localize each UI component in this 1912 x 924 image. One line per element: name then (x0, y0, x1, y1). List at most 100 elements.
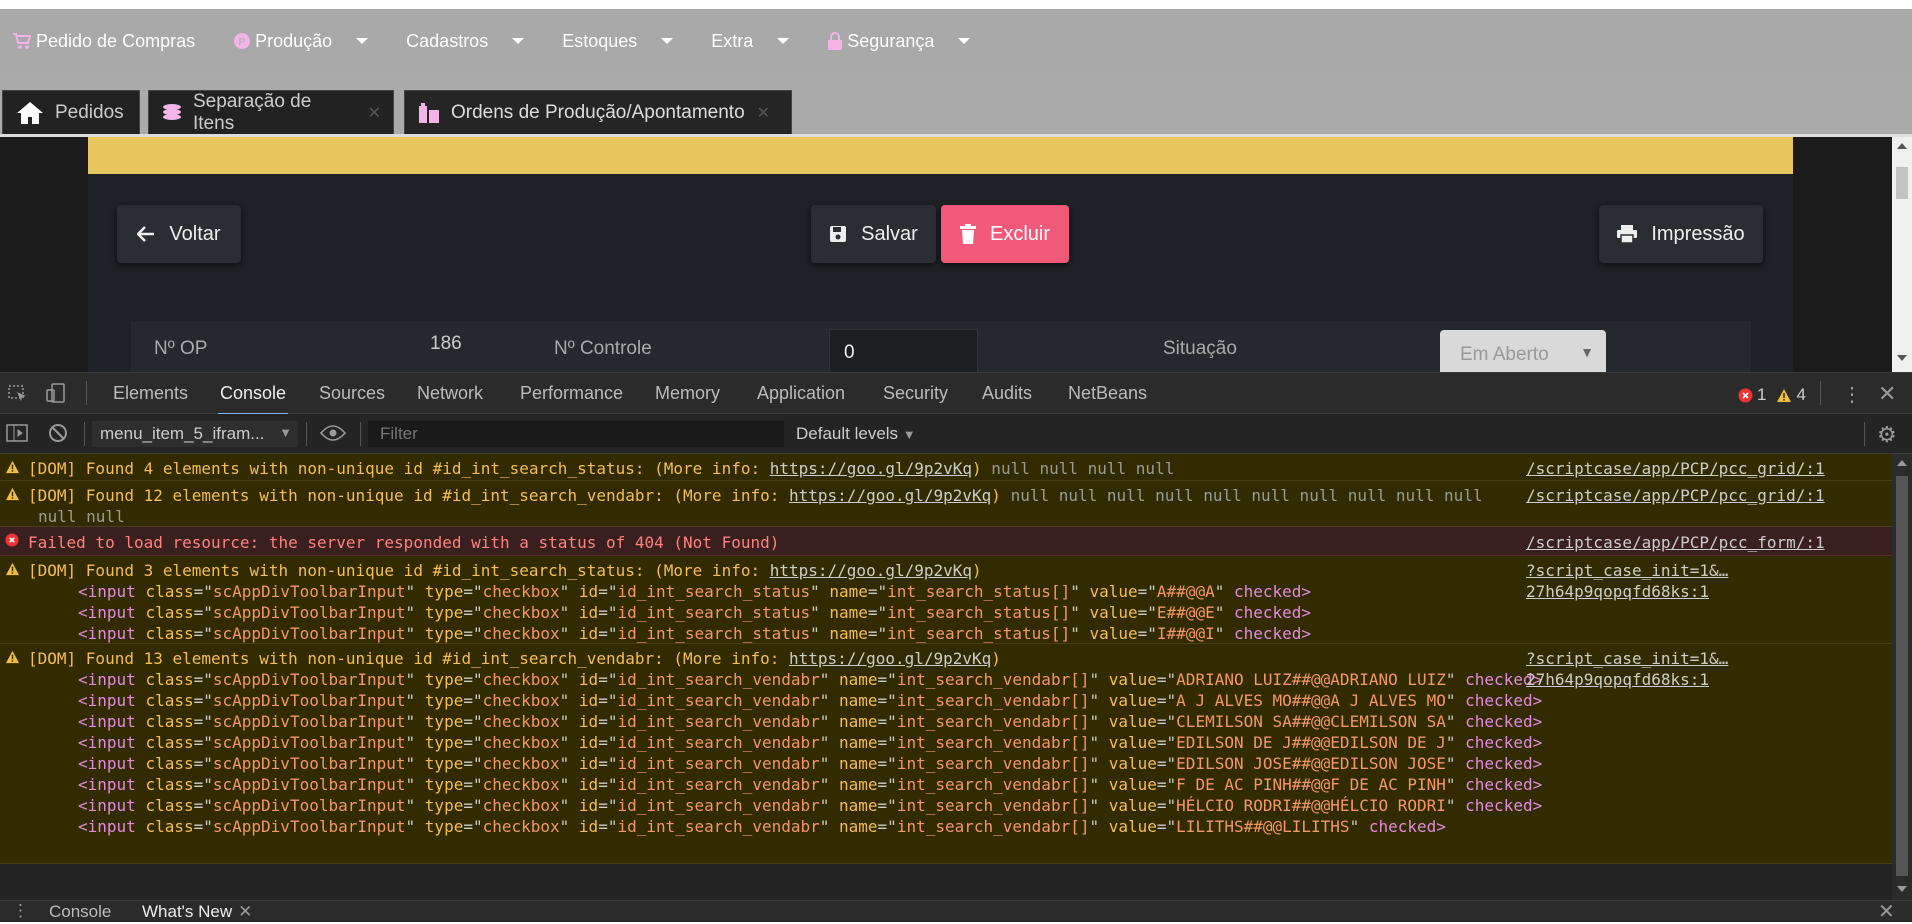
lock-icon (827, 32, 843, 50)
scroll-down-icon[interactable] (1897, 886, 1907, 892)
toolbar-divider (1820, 381, 1821, 405)
close-icon[interactable]: ✕ (368, 103, 381, 123)
drawer-tab-label: What's New (142, 902, 233, 921)
scroll-up-icon[interactable] (1897, 460, 1907, 466)
back-button[interactable]: Voltar (117, 205, 241, 263)
console-message[interactable]: [DOM] Found 12 elements with non-unique … (0, 481, 1892, 527)
tab-netbeans[interactable]: NetBeans (1068, 383, 1147, 404)
close-icon[interactable]: ✕ (238, 902, 252, 921)
clear-console-icon[interactable] (48, 423, 68, 448)
scrollbar-thumb[interactable] (1896, 476, 1908, 876)
console-message[interactable]: [DOM] Found 13 elements with non-unique … (0, 644, 1892, 864)
eye-icon[interactable] (319, 425, 347, 446)
code-token: int_search_vendabr[] (896, 670, 1090, 689)
menu-item-label: Pedido de Compras (36, 30, 196, 51)
close-devtools-icon[interactable]: ✕ (1878, 381, 1896, 407)
menu-item-extra[interactable]: Extra (711, 31, 790, 52)
message-source-link[interactable]: /scriptcase/app/PCP/pcc_grid/:1 (1526, 458, 1892, 479)
menu-item-seguranca[interactable]: Segurança (827, 31, 971, 52)
message-source-link[interactable]: /scriptcase/app/PCP/pcc_form/:1 (1526, 532, 1892, 553)
message-link[interactable]: https://goo.gl/9p2vKq (770, 459, 972, 478)
console-message[interactable]: [DOM] Found 4 elements with non-unique i… (0, 454, 1892, 481)
code-token: scAppDivToolbarInput (212, 796, 406, 815)
message-source-link[interactable]: ?script_case_init=1&…27h64p9qopqfd68ks:1 (1526, 648, 1892, 690)
console-element-line[interactable]: <input class="scAppDivToolbarInput" type… (28, 732, 1892, 753)
control-label: Nº Controle (554, 338, 652, 359)
chevron-down-icon (958, 38, 971, 44)
console-message[interactable]: [DOM] Found 3 elements with non-unique i… (0, 556, 1892, 644)
console-element-line[interactable]: <input class="scAppDivToolbarInput" type… (28, 711, 1892, 732)
tab-security[interactable]: Security (883, 383, 948, 404)
warning-icon (1776, 388, 1792, 403)
tab-separacao-de-itens[interactable]: Separação de Itens ✕ (148, 90, 394, 134)
control-input[interactable]: 0 (829, 329, 978, 372)
code-token: scAppDivToolbarInput (212, 582, 406, 601)
message-source-link[interactable]: /scriptcase/app/PCP/pcc_grid/:1 (1526, 485, 1892, 506)
code-token: CLEMILSON SA##@@CLEMILSON SA (1176, 712, 1446, 731)
menu-item-producao[interactable]: P Produção (233, 31, 369, 52)
console-filter-input[interactable]: Filter (368, 421, 784, 447)
printer-icon (1617, 225, 1638, 243)
message-text: [DOM] Found 4 elements with non-unique i… (28, 459, 770, 478)
menu-item-cadastros[interactable]: Cadastros (406, 31, 525, 52)
console-element-line[interactable]: <input class="scAppDivToolbarInput" type… (28, 774, 1892, 795)
console-element-line[interactable]: <input class="scAppDivToolbarInput" type… (28, 690, 1892, 711)
scroll-up-icon[interactable] (1897, 143, 1907, 149)
delete-button[interactable]: Excluir (941, 205, 1069, 263)
code-token: int_search_vendabr[] (896, 691, 1090, 710)
trash-icon (959, 224, 976, 244)
sidebar-toggle-icon[interactable] (6, 424, 28, 447)
menu-item-estoques[interactable]: Estoques (562, 31, 674, 52)
message-link[interactable]: https://goo.gl/9p2vKq (789, 649, 991, 668)
save-button[interactable]: Salvar (811, 205, 936, 263)
console-error-message[interactable]: Failed to load resource: the server resp… (0, 527, 1892, 556)
tab-pedidos[interactable]: Pedidos (2, 90, 140, 134)
inspect-element-icon[interactable] (8, 385, 28, 408)
form-header-bar (88, 137, 1793, 174)
tab-ordens-de-producao[interactable]: Ordens de Produção/Apontamento ✕ (404, 90, 792, 134)
console-element-line[interactable]: <input class="scAppDivToolbarInput" type… (28, 816, 1892, 837)
console-scrollbar[interactable] (1892, 454, 1912, 900)
message-source-link[interactable]: ?script_case_init=1&…27h64p9qopqfd68ks:1 (1526, 560, 1892, 602)
tab-application[interactable]: Application (757, 383, 845, 404)
close-drawer-icon[interactable]: ✕ (1878, 899, 1895, 924)
scrollbar-thumb[interactable] (1896, 167, 1908, 199)
console-element-line[interactable]: <input class="scAppDivToolbarInput" type… (28, 795, 1892, 816)
code-token: checkbox (482, 691, 560, 710)
gear-icon[interactable]: ⚙ (1877, 422, 1897, 448)
tab-audits[interactable]: Audits (982, 383, 1032, 404)
code-token: F DE AC PINH##@@F DE AC PINH (1176, 775, 1446, 794)
code-token: id_int_search_vendabr (617, 733, 820, 752)
delete-button-label: Excluir (989, 222, 1050, 245)
warning-count: 4 (1796, 385, 1806, 404)
print-button[interactable]: Impressão (1599, 205, 1763, 263)
tab-sources[interactable]: Sources (319, 383, 385, 404)
error-warning-counter[interactable]: 1 4 (1738, 385, 1806, 405)
close-icon[interactable]: ✕ (757, 103, 770, 123)
tab-performance[interactable]: Performance (520, 383, 623, 404)
console-element-line[interactable]: <input class="scAppDivToolbarInput" type… (28, 602, 1892, 623)
drawer-tab-console[interactable]: Console (49, 902, 111, 922)
more-options-icon[interactable]: ⋮ (12, 901, 29, 921)
context-selector[interactable]: menu_item_5_ifram... ▼ (92, 421, 298, 447)
status-select[interactable]: Em Aberto ▼ (1440, 330, 1606, 372)
message-link[interactable]: https://goo.gl/9p2vKq (789, 486, 991, 505)
more-options-icon[interactable]: ⋮ (1842, 382, 1862, 407)
page-scrollbar[interactable] (1892, 137, 1912, 372)
tab-network[interactable]: Network (417, 383, 483, 404)
tab-memory[interactable]: Memory (655, 383, 720, 404)
log-levels-dropdown[interactable]: Default levels ▼ (796, 424, 916, 444)
console-element-line[interactable]: <input class="scAppDivToolbarInput" type… (28, 753, 1892, 774)
code-token: int_search_vendabr[] (896, 712, 1090, 731)
code-token: scAppDivToolbarInput (212, 817, 406, 836)
console-element-line[interactable]: <input class="scAppDivToolbarInput" type… (28, 623, 1892, 644)
device-toolbar-icon[interactable] (46, 383, 66, 408)
drawer-tab-whats-new[interactable]: What's New ✕ (142, 902, 252, 922)
scroll-down-icon[interactable] (1897, 355, 1907, 361)
tab-console[interactable]: Console (217, 383, 289, 415)
message-link[interactable]: https://goo.gl/9p2vKq (770, 561, 972, 580)
code-token: scAppDivToolbarInput (212, 754, 406, 773)
menu-item-pedido-de-compras[interactable]: Pedido de Compras (12, 31, 195, 52)
context-selector-value: menu_item_5_ifram... (100, 424, 265, 443)
tab-elements[interactable]: Elements (113, 383, 188, 404)
